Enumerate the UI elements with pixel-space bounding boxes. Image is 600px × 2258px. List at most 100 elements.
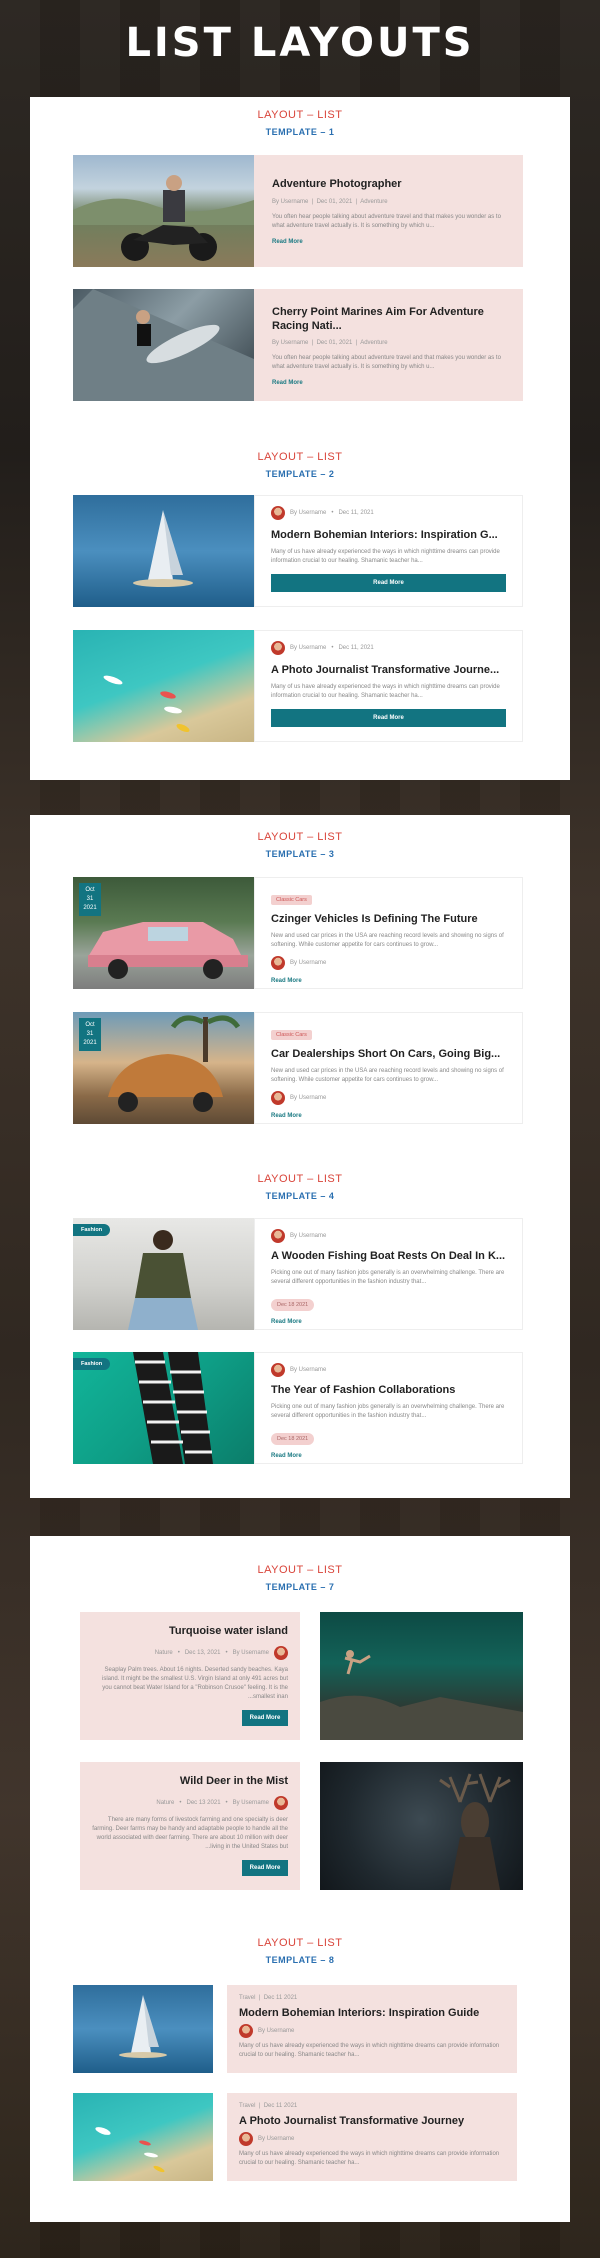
date-year: 2021 <box>83 1040 97 1046</box>
post-author[interactable]: By Username <box>290 645 326 651</box>
layout-label: LAYOUT – LIST <box>257 451 343 463</box>
post-title[interactable]: Wild Deer in the Mist <box>92 1774 288 1788</box>
template-label: TEMPLATE – 1 <box>265 127 335 137</box>
layout-label: LAYOUT – LIST <box>257 1564 343 1576</box>
layout-label: LAYOUT – LIST <box>257 109 343 121</box>
post-author[interactable]: By Username <box>290 510 326 516</box>
post-date: Dec 11, 2021 <box>338 645 374 651</box>
post-image-burj[interactable] <box>73 1985 213 2073</box>
date-month: Oct <box>85 1022 95 1028</box>
post-image-beach-boats[interactable] <box>73 630 254 742</box>
list-item: By Username • Dec 11, 2021 A Photo Journ… <box>73 630 523 742</box>
read-more-link[interactable]: Read More <box>272 380 505 386</box>
card-templates-1-2: LAYOUT – LIST TEMPLATE – 1 Adventure Pho… <box>30 97 570 780</box>
post-title[interactable]: The Year of Fashion Collaborations <box>271 1383 506 1397</box>
category-tag[interactable]: Classic Cars <box>271 895 312 905</box>
avatar <box>271 1229 285 1243</box>
post-title[interactable]: Modern Bohemian Interiors: Inspiration G… <box>239 2006 505 2020</box>
read-more-link[interactable]: Read More <box>271 1453 506 1459</box>
section-header-t1: LAYOUT – LIST TEMPLATE – 1 <box>30 109 570 137</box>
read-more-button[interactable]: Read More <box>271 709 506 728</box>
post-text-panel: Wild Deer in the Mist Nature • Dec 13 20… <box>80 1762 300 1890</box>
post-image-beach-boats[interactable] <box>73 2093 213 2181</box>
avatar <box>271 506 285 520</box>
post-meta: By Username <box>271 956 506 971</box>
post-image-beetle-car[interactable]: Oct 31 2021 <box>73 1012 254 1124</box>
read-more-link[interactable]: Read More <box>272 239 505 245</box>
date-day: 31 <box>86 1031 94 1037</box>
post-author[interactable]: By Username <box>272 199 308 205</box>
post-image-cliff-jump[interactable] <box>320 1612 523 1740</box>
post-text-panel: Travel | Dec 11 2021 A Photo Journalist … <box>227 2093 517 2181</box>
post-text-panel: Classic Cars Car Dealerships Short On Ca… <box>254 1012 523 1124</box>
read-more-button[interactable]: Read More <box>242 1860 288 1877</box>
post-title[interactable]: A Photo Journalist Transformative Journe… <box>239 2114 505 2128</box>
post-author[interactable]: By Username <box>233 1650 269 1656</box>
post-category[interactable]: Travel <box>239 2103 255 2109</box>
post-image-pink-car[interactable]: Oct 31 2021 <box>73 877 254 989</box>
read-more-link[interactable]: Read More <box>271 978 506 984</box>
post-meta: By Username | Dec 01, 2021 | Adventure <box>272 339 388 346</box>
post-date: Dec 13, 2021 <box>184 1650 221 1657</box>
post-image-skater[interactable] <box>73 289 254 401</box>
read-more-link[interactable]: Read More <box>271 1319 506 1325</box>
post-author[interactable]: By Username <box>258 2136 294 2142</box>
avatar <box>239 2024 253 2039</box>
list-item: Fashion By Username The Year of Fashion … <box>73 1352 523 1464</box>
section-header-t7: LAYOUT – LIST TEMPLATE – 7 <box>30 1564 570 1592</box>
category-tag[interactable]: Classic Cars <box>271 1030 312 1040</box>
list-item: By Username • Dec 11, 2021 Modern Bohemi… <box>73 495 523 607</box>
post-title[interactable]: A Photo Journalist Transformative Journe… <box>271 663 506 677</box>
post-image-striped-pants[interactable]: Fashion <box>73 1352 254 1464</box>
post-category[interactable]: Travel <box>239 1995 255 2001</box>
post-category[interactable]: Adventure <box>360 340 387 346</box>
avatar <box>271 1091 285 1106</box>
post-title[interactable]: A Wooden Fishing Boat Rests On Deal In K… <box>271 1249 506 1263</box>
section-header-t3: LAYOUT – LIST TEMPLATE – 3 <box>30 831 570 859</box>
post-author[interactable]: By Username <box>258 2028 294 2034</box>
read-more-button[interactable]: Read More <box>271 574 506 593</box>
post-author[interactable]: By Username <box>290 960 326 966</box>
post-author-row: By Username <box>239 2132 505 2147</box>
post-image-woman-phone[interactable]: Fashion <box>73 1218 254 1330</box>
layout-label: LAYOUT – LIST <box>257 831 343 843</box>
post-meta: Nature • Dec 13 2021 • By Username <box>92 1796 288 1811</box>
post-image-burj[interactable] <box>73 495 254 607</box>
post-category[interactable]: Nature <box>155 1650 173 1656</box>
category-badge[interactable]: Fashion <box>73 1358 111 1370</box>
post-image-motorcycle[interactable] <box>73 155 254 267</box>
avatar <box>239 2132 253 2147</box>
list-item: Oct 31 2021 Classic Cars Car Dealerships… <box>73 1012 523 1124</box>
avatar <box>271 641 285 655</box>
post-excerpt: You often hear people talking about adve… <box>272 214 501 230</box>
post-title[interactable]: Adventure Photographer <box>272 177 505 191</box>
read-more-button[interactable]: Read More <box>242 1710 288 1727</box>
post-excerpt: New and used car prices in the USA are r… <box>271 1068 504 1084</box>
post-image-deer[interactable] <box>320 1762 523 1890</box>
post-excerpt: New and used car prices in the USA are r… <box>271 933 504 949</box>
post-excerpt: Many of us have already experienced the … <box>239 2151 500 2167</box>
burj-illustration <box>133 510 193 587</box>
post-author[interactable]: By Username <box>290 1367 326 1373</box>
avatar <box>274 1646 288 1661</box>
post-category[interactable]: Adventure <box>360 199 387 205</box>
post-title[interactable]: Czinger Vehicles Is Defining The Future <box>271 912 506 926</box>
post-title[interactable]: Turquoise water island <box>92 1624 288 1638</box>
post-title[interactable]: Cherry Point Marines Aim For Adventure R… <box>272 305 505 334</box>
date-month: Oct <box>85 887 95 893</box>
date-pill: Dec 18 2021 <box>271 1299 315 1312</box>
card-templates-3-4: LAYOUT – LIST TEMPLATE – 3 Oct 31 2021 C… <box>30 815 570 1498</box>
post-title[interactable]: Modern Bohemian Interiors: Inspiration G… <box>271 528 506 542</box>
post-author[interactable]: By Username <box>272 340 308 346</box>
boats-illustration <box>103 675 190 733</box>
read-more-link[interactable]: Read More <box>271 1113 506 1119</box>
post-author[interactable]: By Username <box>233 1800 269 1806</box>
post-author[interactable]: By Username <box>290 1233 326 1239</box>
post-author[interactable]: By Username <box>290 1095 326 1101</box>
avatar <box>271 1363 285 1377</box>
post-title[interactable]: Car Dealerships Short On Cars, Going Big… <box>271 1047 506 1061</box>
post-meta: By Username • Dec 11, 2021 <box>271 506 506 520</box>
post-category[interactable]: Nature <box>156 1800 174 1806</box>
category-badge[interactable]: Fashion <box>73 1224 111 1236</box>
post-date: Dec 01, 2021 <box>316 339 353 346</box>
